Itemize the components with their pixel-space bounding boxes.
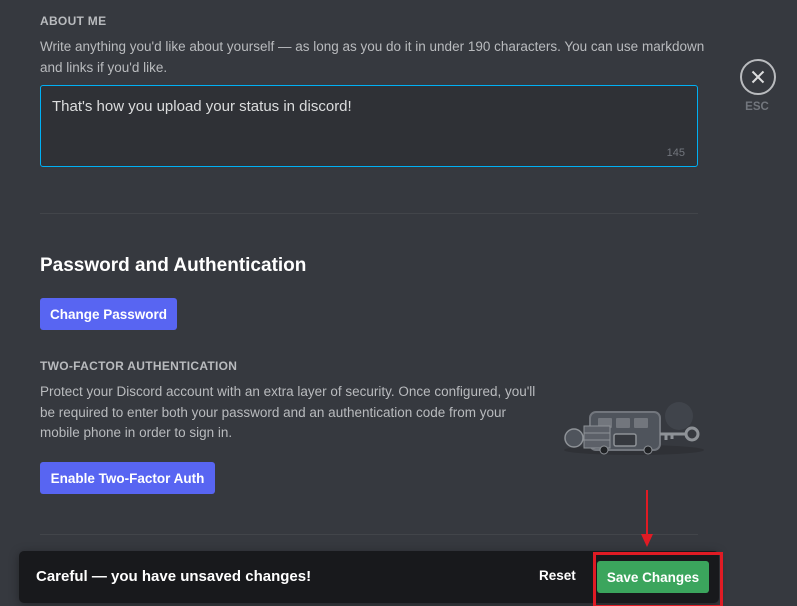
close-settings[interactable]: ESC	[740, 59, 776, 113]
enable-two-factor-button[interactable]: Enable Two-Factor Auth	[40, 462, 215, 494]
esc-label: ESC	[745, 101, 769, 113]
close-icon[interactable]	[740, 59, 776, 95]
section-divider	[40, 534, 698, 535]
about-me-heading: ABOUT ME	[40, 14, 107, 28]
two-factor-illustration	[564, 402, 704, 455]
reset-button[interactable]: Reset	[539, 568, 576, 583]
character-count: 145	[666, 147, 685, 159]
user-settings-page: ABOUT ME Write anything you'd like about…	[0, 0, 797, 606]
annotation-arrow-icon	[641, 490, 653, 547]
section-divider	[40, 213, 698, 214]
two-factor-heading: TWO-FACTOR AUTHENTICATION	[40, 359, 238, 373]
about-me-description: Write anything you'd like about yourself…	[40, 39, 705, 75]
two-factor-description: Protect your Discord account with an ext…	[40, 384, 536, 440]
about-me-value[interactable]: That's how you upload your status in dis…	[52, 98, 352, 115]
unsaved-changes-message: Careful — you have unsaved changes!	[36, 568, 312, 585]
password-auth-title: Password and Authentication	[40, 255, 307, 276]
about-me-textarea[interactable]: That's how you upload your status in dis…	[40, 85, 698, 167]
change-password-button[interactable]: Change Password	[40, 298, 177, 330]
annotation-highlight-box	[593, 552, 723, 606]
